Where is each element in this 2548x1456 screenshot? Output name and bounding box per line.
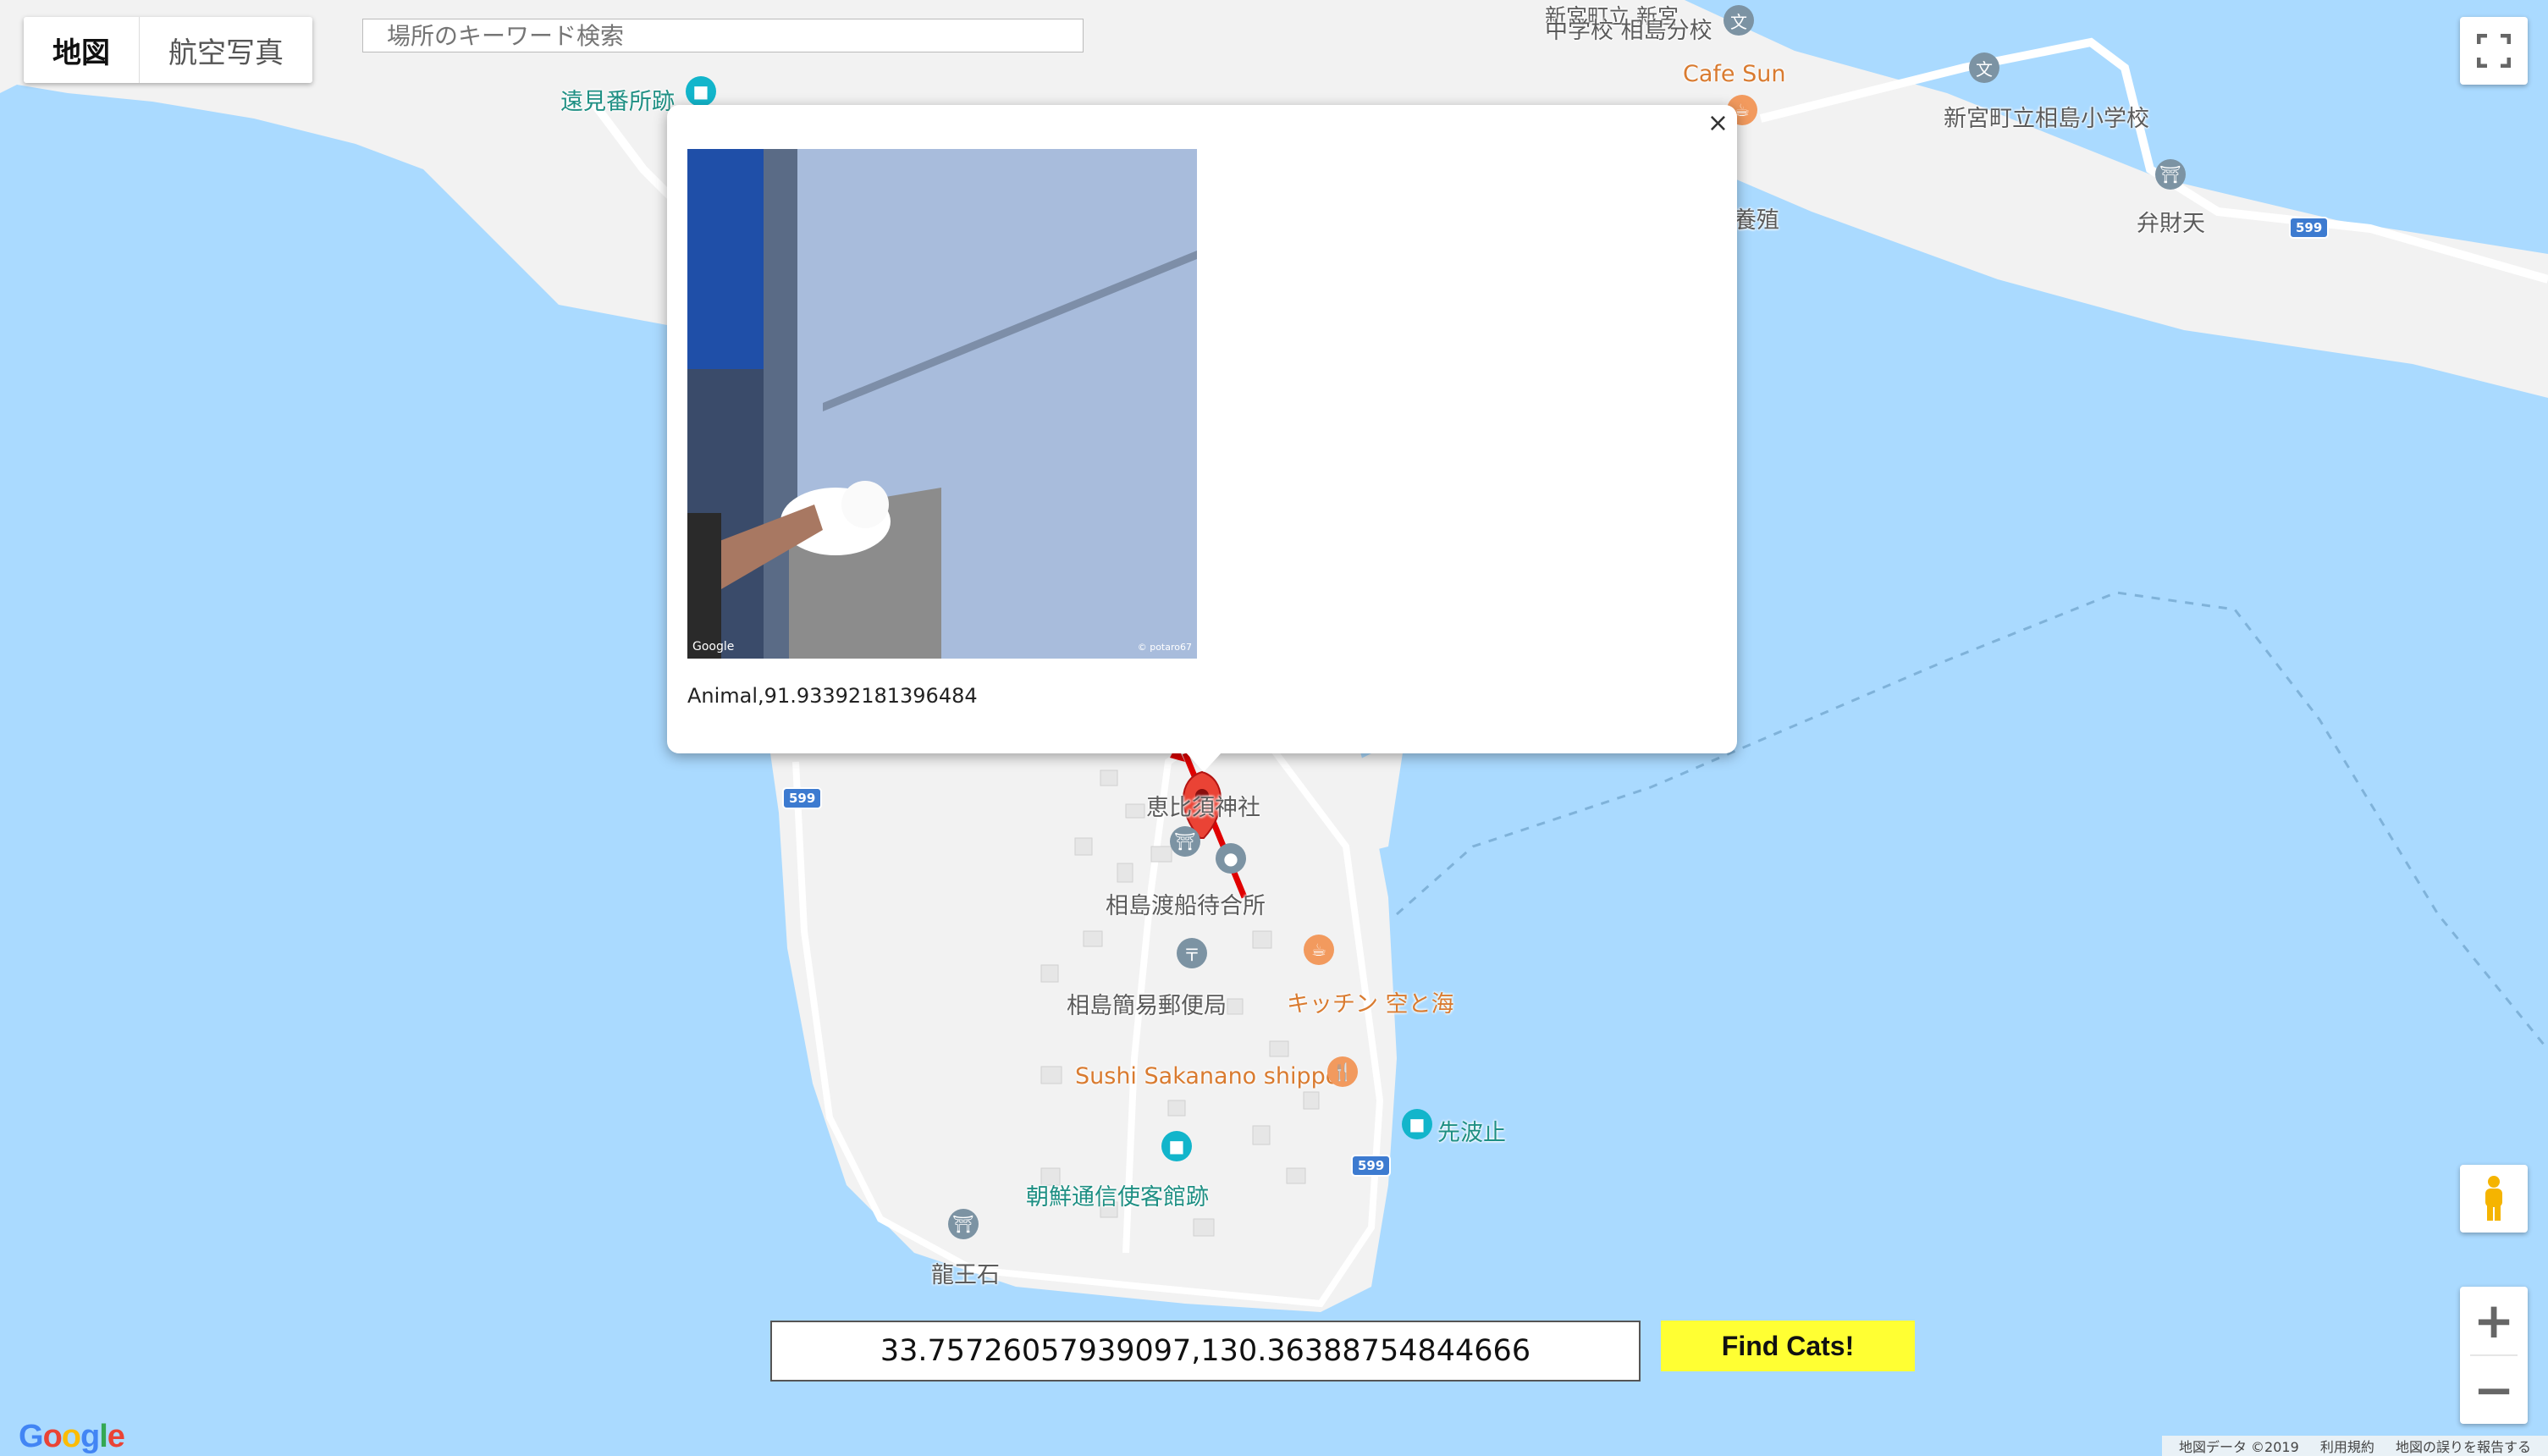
- route-shield: 599: [782, 787, 823, 809]
- map-label-kitchen[interactable]: キッチン 空と海: [1287, 985, 1454, 1018]
- info-window-tail: [1185, 752, 1222, 772]
- close-icon[interactable]: ×: [1707, 108, 1729, 138]
- pegman-icon: [2485, 1176, 2502, 1221]
- shrine-gate-icon[interactable]: ⛩: [1170, 826, 1200, 857]
- school-icon[interactable]: 文: [1723, 5, 1754, 36]
- place-search-input[interactable]: [362, 19, 1084, 52]
- map-data-label: 地図データ ©2019: [2178, 1439, 2299, 1455]
- coordinates-input[interactable]: [770, 1321, 1641, 1382]
- place-pin-icon[interactable]: ●: [1216, 843, 1246, 874]
- terms-link[interactable]: 利用規約: [2320, 1439, 2374, 1455]
- post-office-icon[interactable]: 〒: [1177, 938, 1207, 968]
- map-type-satellite-button[interactable]: 航空写真: [140, 17, 312, 83]
- map-label-cafe[interactable]: Cafe Sun: [1683, 61, 1785, 87]
- map-type-map-button[interactable]: 地図: [24, 17, 140, 83]
- map-label-elementary[interactable]: 新宮町立相島小学校: [1944, 100, 2149, 133]
- map-label-sushi[interactable]: Sushi Sakanano shippo: [1075, 1063, 1339, 1089]
- map-label-shrine[interactable]: 恵比須神社: [1146, 789, 1260, 822]
- map-label-post[interactable]: 相島簡易郵便局: [1067, 987, 1227, 1020]
- zoom-control: + −: [2460, 1287, 2528, 1424]
- map-attribution: 地図データ ©2019 利用規約 地図の誤りを報告する: [2161, 1436, 2548, 1456]
- photo-author[interactable]: © potaro67: [1138, 642, 1192, 653]
- zoom-in-button[interactable]: +: [2460, 1287, 2528, 1354]
- map-label-ferry[interactable]: 相島渡船待合所: [1106, 887, 1266, 920]
- map-label-senba[interactable]: 先波止: [1437, 1114, 1506, 1147]
- map-label-chosen[interactable]: 朝鮮通信使客館跡: [1026, 1178, 1209, 1211]
- photo-google-logo: Google: [692, 640, 735, 654]
- route-shield: 599: [1351, 1155, 1392, 1177]
- historic-site-icon[interactable]: ■: [1161, 1131, 1192, 1161]
- route-shield: 599: [2289, 217, 2330, 239]
- find-cats-button[interactable]: Find Cats!: [1661, 1321, 1915, 1371]
- viewpoint-icon[interactable]: ■: [686, 76, 716, 107]
- google-logo[interactable]: Google: [19, 1419, 125, 1455]
- street-view-button[interactable]: [2460, 1165, 2528, 1233]
- zoom-out-button[interactable]: −: [2460, 1356, 2528, 1424]
- elementary-school-icon[interactable]: 文: [1969, 52, 1999, 83]
- fullscreen-button[interactable]: [2460, 17, 2528, 85]
- kitchen-cafe-icon[interactable]: ☕: [1304, 935, 1334, 965]
- fullscreen-icon: [2477, 34, 2511, 68]
- restaurant-icon[interactable]: 🍴: [1327, 1056, 1358, 1087]
- map-label-school-2[interactable]: 中学校 相島分校: [1545, 12, 1712, 45]
- map-label-benzaiten[interactable]: 弁財天: [2137, 205, 2205, 238]
- info-window: × Google © potaro67 Animal,91.9339218139…: [667, 105, 1737, 772]
- shrine-icon[interactable]: ⛩: [2155, 159, 2186, 190]
- photo-caption: Animal,91.93392181396484: [687, 684, 978, 708]
- cat-photo-image: [687, 149, 1197, 659]
- map-label-ryuo[interactable]: 龍王石: [931, 1256, 1000, 1289]
- pier-icon[interactable]: ■: [1402, 1109, 1432, 1139]
- map-label-yoshoku[interactable]: 養殖: [1734, 201, 1779, 234]
- report-error-link[interactable]: 地図の誤りを報告する: [2396, 1439, 2531, 1455]
- map-type-control: 地図 航空写真: [24, 17, 312, 83]
- map-label-tomi[interactable]: 遠見番所跡: [560, 83, 675, 116]
- cat-photo: Google © potaro67: [687, 149, 1197, 659]
- ryuo-shrine-icon[interactable]: ⛩: [948, 1209, 979, 1239]
